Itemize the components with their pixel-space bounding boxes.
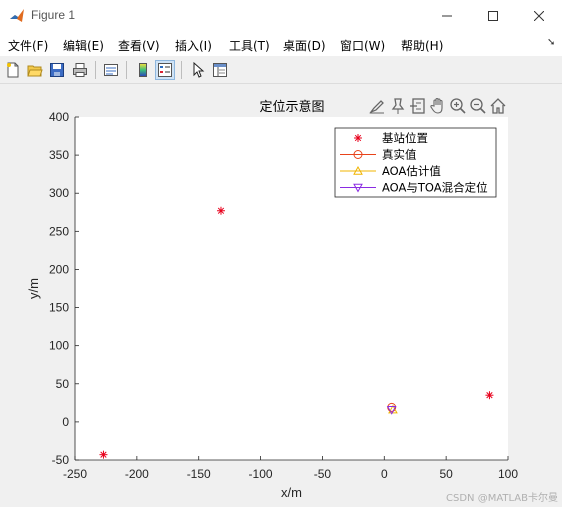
data-point [216, 206, 225, 215]
legend-label: 基站位置 [382, 131, 428, 145]
data-point [99, 450, 108, 459]
legend-label: 真实值 [382, 148, 417, 162]
y-tick-label: 300 [49, 186, 69, 200]
y-tick-label: 50 [56, 377, 70, 391]
x-tick-label: 100 [498, 467, 518, 481]
legend-label: AOA与TOA混合定位 [382, 181, 488, 195]
x-tick-label: -200 [125, 467, 149, 481]
y-tick-label: 200 [49, 262, 69, 276]
y-tick-label: -50 [52, 453, 70, 467]
y-tick-label: 0 [62, 415, 69, 429]
y-tick-label: 250 [49, 224, 69, 238]
y-tick-label: 350 [49, 148, 69, 162]
x-tick-label: -100 [249, 467, 273, 481]
y-tick-label: 150 [49, 301, 69, 315]
legend-label: AOA估计值 [382, 164, 441, 178]
x-tick-label: 0 [381, 467, 388, 481]
x-tick-label: 50 [439, 467, 453, 481]
y-axis-label: y/m [26, 278, 41, 299]
watermark: CSDN @MATLAB卡尔曼 [446, 493, 558, 504]
figure-window: Figure 1 文件(F) 编辑(E) 查看(V) 插入(I) 工具(T) 桌… [0, 0, 562, 507]
x-tick-label: -50 [314, 467, 332, 481]
data-point [485, 391, 494, 400]
x-axis-label: x/m [281, 485, 302, 500]
y-tick-label: 400 [49, 110, 69, 124]
x-tick-label: -150 [187, 467, 211, 481]
scatter-chart: -250 -200 -150 -100 -50 0 50 100 -50 0 50 100 150 200… [26, 110, 518, 500]
x-tick-label: -250 [63, 467, 87, 481]
y-tick-label: 100 [49, 339, 69, 353]
legend-marker [354, 134, 362, 142]
